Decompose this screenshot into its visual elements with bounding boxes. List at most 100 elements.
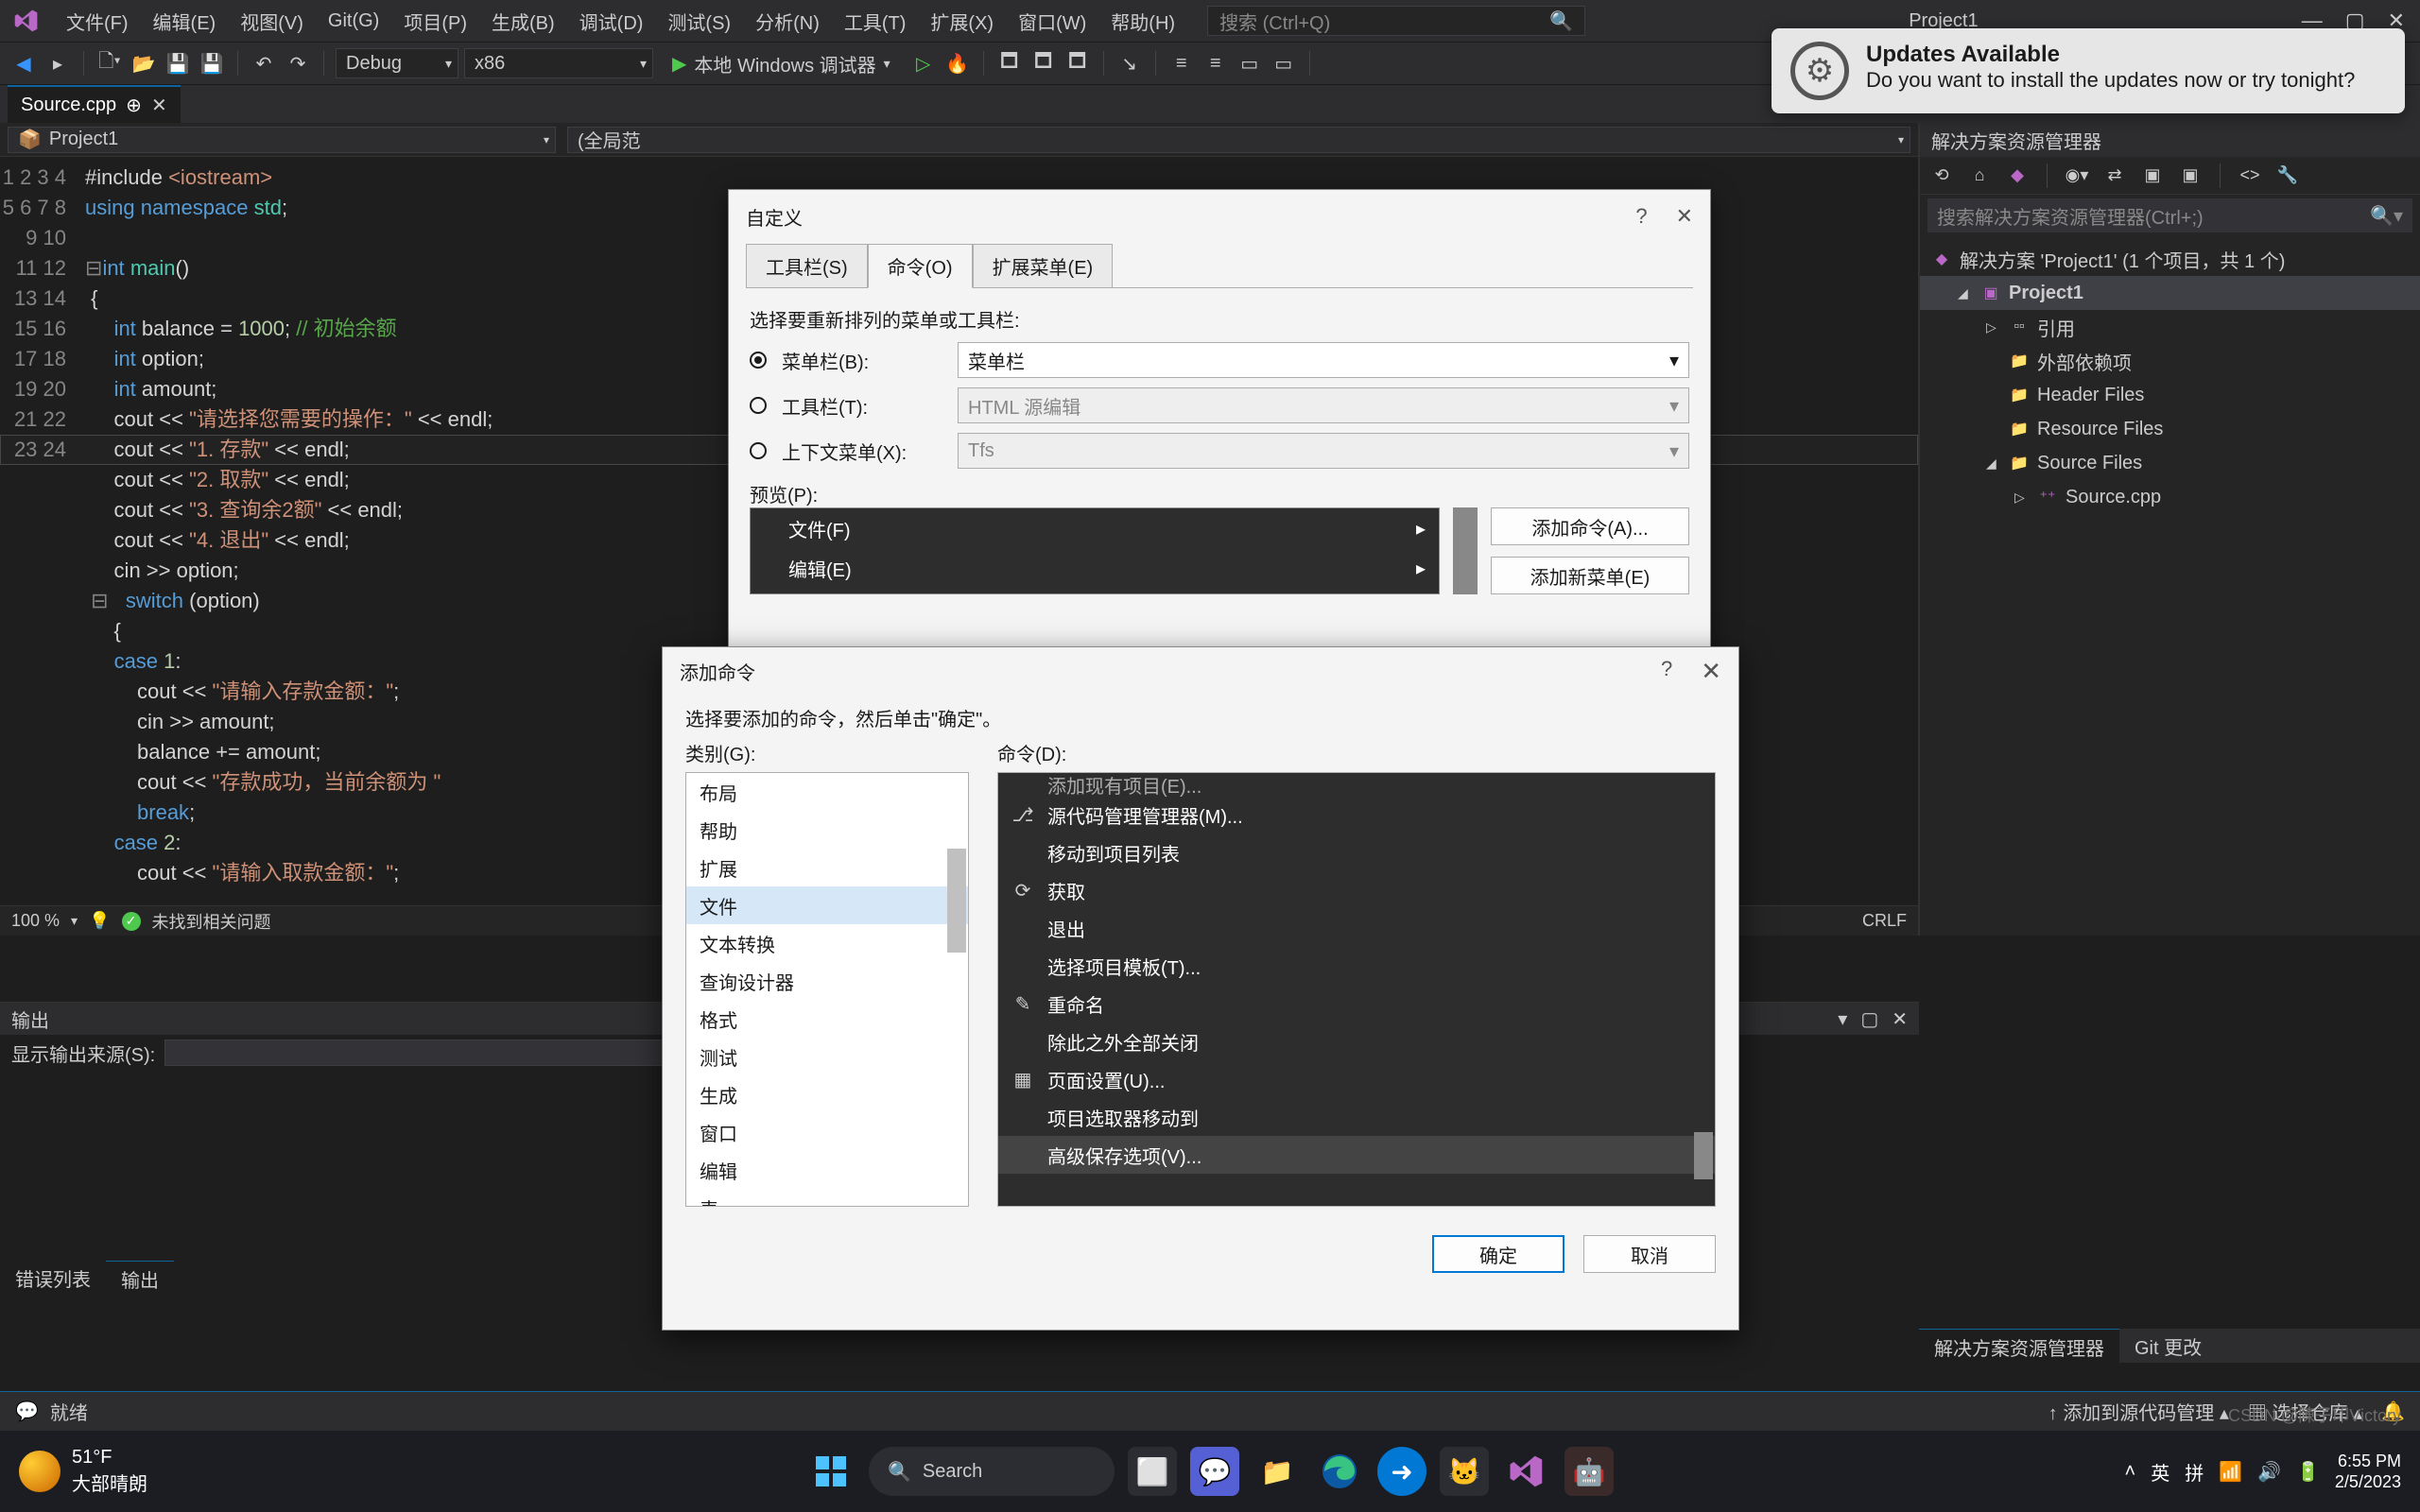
tree-source-cpp[interactable]: ▷⁺⁺Source.cpp	[1920, 480, 2420, 514]
taskbar-clock[interactable]: 6:55 PM2/5/2023	[2335, 1451, 2401, 1492]
chat-icon[interactable]: 💬	[1190, 1447, 1239, 1496]
radio-toolbar[interactable]	[750, 397, 767, 414]
dialog-help-icon[interactable]: ?	[1661, 657, 1672, 686]
se-vs-icon[interactable]: ◆	[2003, 162, 2031, 190]
dialog-close-icon[interactable]: ✕	[1676, 204, 1693, 229]
taskbar-search[interactable]: 🔍Search	[869, 1447, 1115, 1496]
category-item[interactable]: 帮助	[686, 811, 968, 849]
menu-git[interactable]: Git(G)	[317, 7, 390, 36]
add-menu-button[interactable]: 添加新菜单(E)	[1491, 557, 1689, 594]
editor-tab[interactable]: Source.cpp ⊕ ✕	[8, 85, 181, 123]
command-list[interactable]: 添加现有项目(E)... ⎇源代码管理管理器(M)... 移动到项目列表 ⟳获取…	[997, 772, 1716, 1207]
select-context[interactable]: Tfs	[958, 433, 1689, 469]
ok-button[interactable]: 确定	[1432, 1235, 1564, 1273]
se-home-icon[interactable]: ⌂	[1965, 162, 1994, 190]
menu-edit[interactable]: 编辑(E)	[142, 4, 228, 39]
menu-view[interactable]: 视图(V)	[229, 4, 315, 39]
output-pin-icon[interactable]: ▾	[1838, 1007, 1847, 1031]
bulb-icon[interactable]: 💡	[89, 911, 110, 931]
output-tab-errors[interactable]: 错误列表	[0, 1261, 106, 1295]
cancel-button[interactable]: 取消	[1583, 1235, 1716, 1273]
tab-solution-explorer[interactable]: 解决方案资源管理器	[1919, 1329, 2119, 1363]
menu-test[interactable]: 测试(S)	[656, 4, 742, 39]
undo-icon[interactable]: ↶	[250, 49, 278, 77]
se-wrench-icon[interactable]: 🔧	[2273, 162, 2302, 190]
command-item[interactable]: ⎇源代码管理管理器(M)...	[998, 796, 1715, 833]
tree-source-files[interactable]: ◢📁Source Files	[1920, 446, 2420, 480]
tree-external-deps[interactable]: 📁外部依赖项	[1920, 344, 2420, 378]
dialog-close-icon[interactable]: ✕	[1701, 657, 1721, 686]
menu-build[interactable]: 生成(B)	[480, 4, 566, 39]
category-item[interactable]: 窗口	[686, 1113, 968, 1151]
customize-tab-commands[interactable]: 命令(O)	[868, 244, 973, 288]
category-item[interactable]: 格式	[686, 1000, 968, 1038]
status-add-source[interactable]: ↑ 添加到源代码管理 ▴	[2048, 1398, 2229, 1425]
category-item[interactable]: 表	[686, 1189, 968, 1207]
tb-icon-4[interactable]: ↘	[1115, 49, 1144, 77]
command-scrollbar[interactable]	[1694, 1132, 1713, 1179]
global-search-input[interactable]: 搜索 (Ctrl+Q) 🔍	[1207, 6, 1585, 36]
start-debug-button[interactable]: ▶本地 Windows 调试器▾	[659, 48, 904, 78]
customize-tab-toolbars[interactable]: 工具栏(S)	[746, 244, 868, 288]
tb-icon-6[interactable]: ≡	[1201, 49, 1230, 77]
command-item[interactable]: ⟳获取	[998, 871, 1715, 909]
se-icon-3[interactable]: ◉▾	[2063, 162, 2091, 190]
command-item[interactable]: ▦页面设置(U)...	[998, 1060, 1715, 1098]
category-item[interactable]: 文本转换	[686, 924, 968, 962]
tb-icon-3[interactable]: 🗖	[1063, 49, 1092, 77]
command-item[interactable]: 退出	[998, 909, 1715, 947]
ime-lang-2[interactable]: 拼	[2185, 1458, 2204, 1486]
explorer-icon[interactable]: 📁	[1253, 1447, 1302, 1496]
new-project-icon[interactable]: 🗋▾	[95, 49, 124, 77]
add-command-button[interactable]: 添加命令(A)...	[1491, 507, 1689, 545]
se-icon-4[interactable]: ⇄	[2100, 162, 2129, 190]
command-item[interactable]: 高级保存选项(V)...	[998, 1136, 1715, 1174]
platform-combo[interactable]: x86	[464, 48, 653, 78]
category-scrollbar[interactable]	[947, 849, 966, 953]
feedback-icon[interactable]: 💬	[15, 1400, 39, 1423]
nav-scope-combo[interactable]: (全局范	[567, 127, 1910, 153]
select-menubar[interactable]: 菜单栏	[958, 342, 1689, 378]
tray-chevron-icon[interactable]: ˄	[2125, 1461, 2136, 1483]
preview-list[interactable]: 文件(F) 编辑(E)	[750, 507, 1440, 594]
tb-icon-7[interactable]: ▭	[1236, 49, 1264, 77]
app-icon-2[interactable]: 🐱	[1440, 1447, 1489, 1496]
menu-tools[interactable]: 工具(T)	[833, 4, 918, 39]
category-item[interactable]: 扩展	[686, 849, 968, 886]
tab-close-icon[interactable]: ✕	[151, 94, 167, 117]
tree-references[interactable]: ▷▫▫引用	[1920, 310, 2420, 344]
redo-icon[interactable]: ↷	[284, 49, 312, 77]
tb-icon-8[interactable]: ▭	[1270, 49, 1298, 77]
select-toolbar[interactable]: HTML 源编辑	[958, 387, 1689, 423]
app-icon-3[interactable]: 🤖	[1564, 1447, 1614, 1496]
dialog-help-icon[interactable]: ?	[1635, 204, 1647, 229]
radio-menubar[interactable]	[750, 352, 767, 369]
app-icon-1[interactable]: ➜	[1377, 1447, 1426, 1496]
menu-help[interactable]: 帮助(H)	[1099, 4, 1186, 39]
menu-debug[interactable]: 调试(D)	[568, 4, 655, 39]
category-item[interactable]: 生成	[686, 1075, 968, 1113]
tree-solution-root[interactable]: ◆解决方案 'Project1' (1 个项目，共 1 个)	[1920, 242, 2420, 276]
tb-icon-5[interactable]: ≡	[1167, 49, 1196, 77]
tb-icon-1[interactable]: 🗖	[995, 49, 1024, 77]
menu-analyze[interactable]: 分析(N)	[744, 4, 831, 39]
ime-lang-1[interactable]: 英	[2151, 1458, 2169, 1486]
command-item[interactable]: 添加现有项目(E)...	[998, 773, 1715, 796]
volume-icon[interactable]: 🔊	[2257, 1460, 2281, 1484]
customize-tab-ext[interactable]: 扩展菜单(E)	[973, 244, 1114, 288]
category-item[interactable]: 布局	[686, 773, 968, 811]
save-all-icon[interactable]: 💾	[198, 49, 226, 77]
nav-project-combo[interactable]: 📦 Project1	[8, 127, 556, 153]
category-item[interactable]: 查询设计器	[686, 962, 968, 1000]
battery-icon[interactable]: 🔋	[2296, 1460, 2320, 1484]
command-item[interactable]: 项目选取器移动到	[998, 1098, 1715, 1136]
save-icon[interactable]: 💾	[164, 49, 192, 77]
solution-search-input[interactable]: 搜索解决方案资源管理器(Ctrl+;)🔍▾	[1927, 198, 2412, 232]
menu-file[interactable]: 文件(F)	[55, 4, 140, 39]
start-button[interactable]	[806, 1447, 856, 1496]
start-nodebug-icon[interactable]: ▷	[909, 49, 938, 77]
zoom-level[interactable]: 100 %	[11, 911, 60, 931]
edge-icon[interactable]	[1315, 1447, 1364, 1496]
nav-back-icon[interactable]: ◀	[9, 49, 38, 77]
category-item[interactable]: 测试	[686, 1038, 968, 1075]
